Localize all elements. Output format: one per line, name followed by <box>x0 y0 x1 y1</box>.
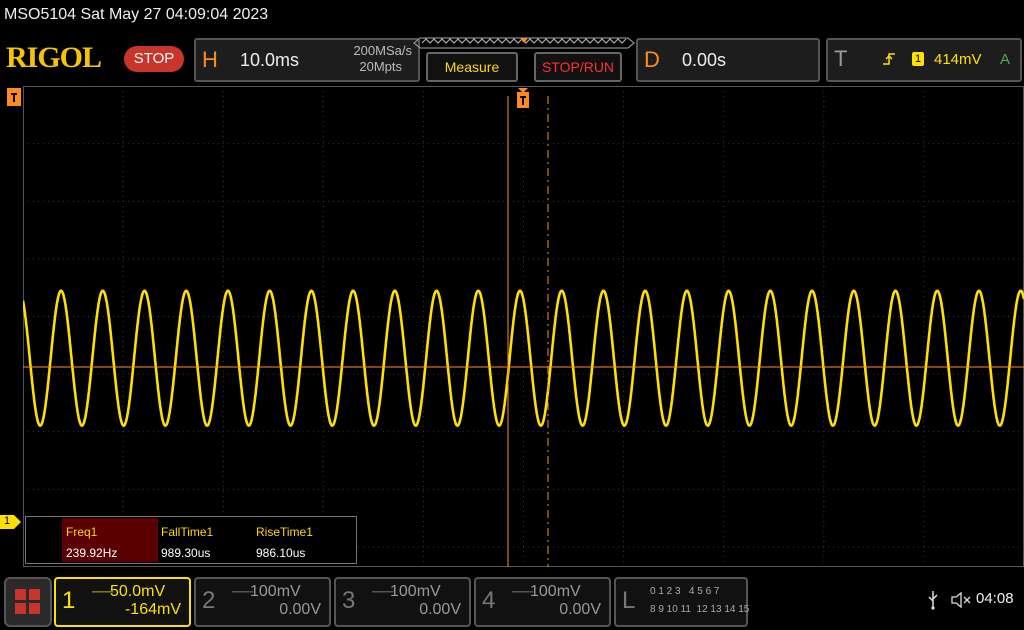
measurement-label-freq: Freq1 <box>66 525 98 539</box>
channel2-scale: 100mV <box>250 583 301 600</box>
channel1-marker-label: 1 <box>4 515 11 527</box>
channel1-ground-marker[interactable]: 1 <box>0 515 22 529</box>
horizontal-panel[interactable]: H 10.0ms 200MSa/s 20Mpts <box>194 38 420 82</box>
rigol-logo: RIGOL <box>6 41 102 74</box>
logic-channels-row1: 0 1 2 3 4 5 6 7 <box>650 586 720 597</box>
memory-depth: 20Mpts <box>359 59 402 74</box>
measurement-label-falltime: FallTime1 <box>161 525 214 539</box>
sample-rate: 200MSa/s <box>353 43 412 58</box>
trigger-letter: T <box>834 46 848 71</box>
delay-value: 0.00s <box>682 50 727 70</box>
channel3-panel[interactable]: 3 ─── 100mV 0.00V <box>334 577 471 627</box>
measurement-panel[interactable]: Freq1 239.92Hz FallTime1 989.30us RiseTi… <box>25 516 357 564</box>
trigger-position-marker[interactable] <box>517 92 529 108</box>
trigger-panel[interactable]: T 1 414mV A <box>826 38 1022 82</box>
measurement-value-falltime: 989.30us <box>161 546 211 560</box>
channel1-offset: -164mV <box>124 601 181 618</box>
run-status-badge[interactable]: STOP <box>124 46 184 72</box>
measure-button[interactable]: Measure <box>426 52 518 82</box>
horizontal-letter: H <box>202 47 218 72</box>
system-clock: 04:08 <box>976 590 1014 607</box>
timebase-value: 10.0ms <box>240 50 300 70</box>
channel4-number: 4 <box>482 587 496 614</box>
channel3-scale: 100mV <box>390 583 441 600</box>
channel1-scale: 50.0mV <box>110 583 166 600</box>
mute-speaker-icon[interactable] <box>950 591 972 609</box>
channel4-scale: 100mV <box>530 583 581 600</box>
channel2-panel[interactable]: 2 ─── 100mV 0.00V <box>194 577 331 627</box>
delay-letter: D <box>644 47 660 72</box>
channel4-panel[interactable]: 4 ─── 100mV 0.00V <box>474 577 611 627</box>
function-navigation-button[interactable] <box>4 577 52 627</box>
waveform-display[interactable] <box>23 86 1024 567</box>
trigger-mode: A <box>1000 51 1011 68</box>
menu-grid-icon <box>15 589 40 614</box>
logic-letter: L <box>622 587 636 614</box>
channel2-number: 2 <box>202 587 216 614</box>
measurement-value-freq: 239.92Hz <box>66 546 118 560</box>
title-bar: MSO5104 Sat May 27 04:09:04 2023 <box>0 0 1024 34</box>
channel1-panel[interactable]: 1 ─── 50.0mV -164mV <box>54 577 191 627</box>
stop-run-button[interactable]: STOP/RUN <box>534 52 622 82</box>
device-title: MSO5104 Sat May 27 04:09:04 2023 <box>4 6 269 23</box>
channel1-number: 1 <box>62 587 76 614</box>
graticule <box>23 86 1024 567</box>
rising-edge-icon <box>883 53 895 65</box>
usb-icon <box>928 591 938 610</box>
channel2-offset: 0.00V <box>279 601 321 618</box>
channel3-offset: 0.00V <box>419 601 461 618</box>
trigger-level: 414mV <box>934 51 982 68</box>
logic-channels-row2: 8 9 10 11 12 13 14 15 <box>650 604 750 615</box>
logic-analyzer-panel[interactable]: L 0 1 2 3 4 5 6 7 8 9 10 11 12 13 14 15 <box>614 577 750 627</box>
delay-panel[interactable]: D 0.00s <box>636 38 820 82</box>
memory-position-bar[interactable] <box>412 36 636 50</box>
channel4-offset: 0.00V <box>559 601 601 618</box>
measurement-value-risetime: 986.10us <box>256 546 306 560</box>
trigger-source-badge: 1 <box>912 52 924 66</box>
channel3-number: 3 <box>342 587 356 614</box>
measurement-label-risetime: RiseTime1 <box>256 525 313 539</box>
horizontal-position-marker[interactable] <box>7 88 23 108</box>
